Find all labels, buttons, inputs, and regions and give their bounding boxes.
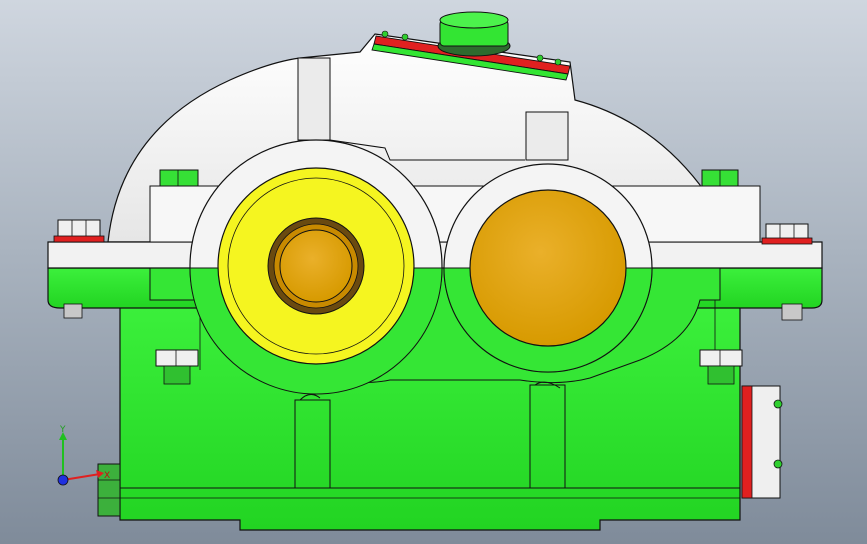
cad-viewport[interactable]: Y X [0, 0, 867, 544]
bolt-flange-right[interactable] [781, 303, 803, 321]
bolt-top-right[interactable] [761, 223, 813, 245]
gearbox-model[interactable]: Y X [0, 0, 867, 544]
cover-rib-right [525, 111, 569, 161]
axis-y-label: Y [59, 425, 66, 435]
shaft-right[interactable] [469, 189, 627, 347]
bolt-top-left[interactable] [53, 219, 105, 243]
bolt-cover-left[interactable] [159, 169, 199, 187]
axis-z-dot [57, 474, 69, 486]
axis-x-line [62, 473, 101, 481]
bolt-flange-left[interactable] [63, 303, 83, 319]
shaft-left[interactable] [279, 229, 353, 303]
bolt-cover-right[interactable] [701, 169, 739, 187]
axis-x-label: X [104, 471, 110, 481]
cover-rib-left [297, 57, 331, 141]
